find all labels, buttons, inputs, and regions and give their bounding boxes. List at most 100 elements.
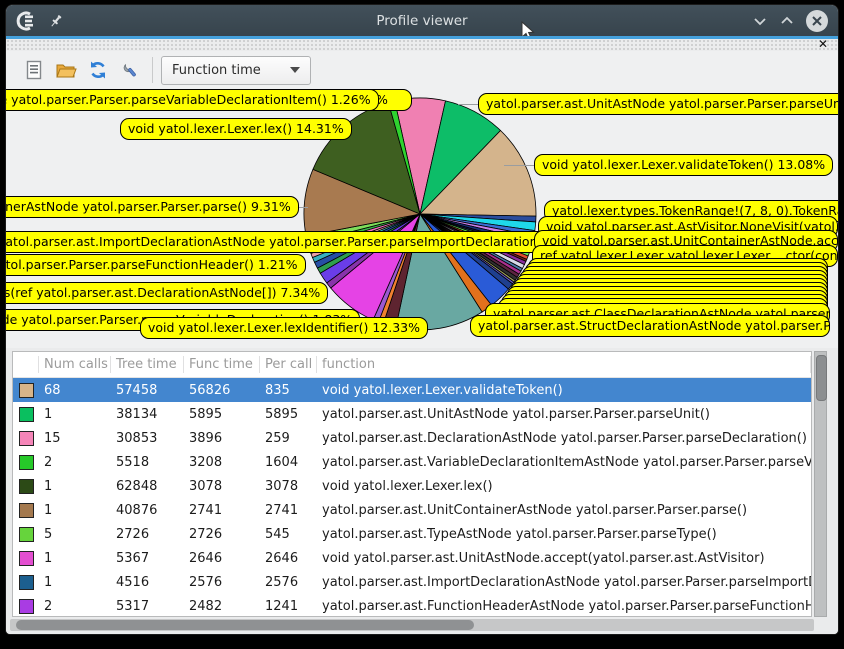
horizontal-scrollbar[interactable] [10, 619, 814, 631]
vertical-scrollbar[interactable] [814, 351, 827, 617]
column-header-Tree time[interactable]: Tree time [111, 356, 184, 373]
cell-tree_time: 38134 [111, 407, 184, 422]
column-header-swatch[interactable] [13, 356, 39, 373]
toolbar-separator [152, 57, 153, 83]
report-button[interactable] [20, 56, 48, 84]
row-color-cell [13, 407, 39, 422]
cell-per_call: 1604 [260, 455, 317, 470]
open-button[interactable] [52, 56, 80, 84]
pie-callout-label: ns(ref yatol.parser.ast.DeclarationAstNo… [6, 282, 328, 304]
cell-tree_time: 5367 [111, 551, 184, 566]
table-row[interactable]: 2531724821241yatol.parser.ast.FunctionHe… [13, 594, 811, 617]
profile-viewer-window: Profile viewer ✕ [6, 5, 838, 634]
label-leader-line [504, 165, 538, 166]
cell-func_time: 2646 [184, 551, 260, 566]
pie-chart-area: 7.03%node yatol.parser.Parser.parseVaria… [6, 88, 838, 348]
series-color-swatch [19, 407, 34, 422]
cell-tree_time: 30853 [111, 431, 184, 446]
series-color-swatch [19, 383, 34, 398]
pie-callout-label: void yatol.lexer.Lexer.lex() 14.31% [120, 118, 352, 140]
table-row[interactable]: 1451625762576yatol.parser.ast.ImportDecl… [13, 570, 811, 594]
window-title: Profile viewer [6, 13, 838, 29]
cell-num_calls: 2 [39, 455, 111, 470]
cell-tree_time: 5317 [111, 599, 184, 614]
cell-func_time: 2726 [184, 527, 260, 542]
titlebar-right [752, 5, 828, 36]
table-row[interactable]: 1536726462646void yatol.parser.ast.UnitA… [13, 546, 811, 570]
refresh-icon [88, 60, 108, 80]
cell-function: yatol.parser.ast.UnitAstNode yatol.parse… [317, 407, 811, 422]
pie-callout-label: yatol.parser.ast.UnitAstNode yatol.parse… [478, 93, 838, 115]
cell-function: void yatol.lexer.Lexer.validateToken() [317, 383, 811, 398]
cell-tree_time: 57458 [111, 383, 184, 398]
series-color-swatch [19, 527, 34, 542]
pie-callout-label: yatol.parser.ast.ImportDeclarationAstNod… [6, 231, 599, 253]
cell-function: yatol.parser.ast.VariableDeclarationItem… [317, 455, 811, 470]
profile-table: Num callsTree timeFunc timePer callfunct… [12, 351, 812, 617]
combobox-value: Function time [172, 63, 261, 78]
row-color-cell [13, 479, 39, 494]
cell-per_call: 5895 [260, 407, 317, 422]
chart-metric-combobox[interactable]: Function time [161, 56, 311, 85]
pie-callout-label: ainerAstNode yatol.parser.Parser.parse()… [6, 196, 299, 218]
minimize-icon[interactable] [752, 13, 768, 29]
series-color-swatch [19, 575, 34, 590]
cell-num_calls: 1 [39, 575, 111, 590]
cell-func_time: 2741 [184, 503, 260, 518]
table-body: 685745856826835void yatol.lexer.Lexer.va… [13, 378, 811, 617]
column-header-Num calls[interactable]: Num calls [39, 356, 111, 373]
cell-func_time: 56826 [184, 383, 260, 398]
table-row[interactable]: 2551832081604yatol.parser.ast.VariableDe… [13, 450, 811, 474]
maximize-icon[interactable] [779, 13, 795, 29]
cell-num_calls: 2 [39, 599, 111, 614]
column-header-Func time[interactable]: Func time [184, 356, 260, 373]
series-color-swatch [19, 503, 34, 518]
cell-num_calls: 68 [39, 383, 111, 398]
column-header-function[interactable]: function [317, 356, 811, 373]
cell-func_time: 5895 [184, 407, 260, 422]
desktop-background: Profile viewer ✕ [0, 0, 844, 649]
table-row[interactable]: 685745856826835void yatol.lexer.Lexer.va… [13, 378, 811, 402]
profile-table-panel: Num callsTree timeFunc timePer callfunct… [6, 348, 838, 634]
close-button[interactable] [806, 10, 828, 32]
table-row[interactable]: 15308533896259yatol.parser.ast.Declarati… [13, 426, 811, 450]
cell-function: void yatol.parser.ast.UnitAstNode.accept… [317, 551, 811, 566]
cell-tree_time: 40876 [111, 503, 184, 518]
row-color-cell [13, 455, 39, 470]
cell-func_time: 3208 [184, 455, 260, 470]
cell-num_calls: 1 [39, 407, 111, 422]
table-row[interactable]: 527262726545yatol.parser.ast.TypeAstNode… [13, 522, 811, 546]
dock-close-icon[interactable]: ✕ [818, 37, 828, 51]
row-color-cell [13, 575, 39, 590]
series-color-swatch [19, 431, 34, 446]
table-row[interactable]: 13813458955895yatol.parser.ast.UnitAstNo… [13, 402, 811, 426]
row-color-cell [13, 503, 39, 518]
cell-per_call: 2646 [260, 551, 317, 566]
cell-num_calls: 1 [39, 479, 111, 494]
wrench-icon [120, 60, 140, 80]
column-header-Per call[interactable]: Per call [260, 356, 317, 373]
refresh-button[interactable] [84, 56, 112, 84]
table-row[interactable]: 14087627412741yatol.parser.ast.UnitConta… [13, 498, 811, 522]
cell-per_call: 1241 [260, 599, 317, 614]
row-color-cell [13, 551, 39, 566]
titlebar[interactable]: Profile viewer [6, 5, 838, 36]
row-color-cell [13, 599, 39, 614]
series-color-swatch [19, 479, 34, 494]
series-color-swatch [19, 455, 34, 470]
row-color-cell [13, 431, 39, 446]
settings-button[interactable] [116, 56, 144, 84]
horizontal-scrollbar-thumb[interactable] [16, 620, 474, 630]
cell-num_calls: 1 [39, 551, 111, 566]
table-row[interactable]: 16284830783078void yatol.lexer.Lexer.lex… [13, 474, 811, 498]
vertical-scrollbar-thumb[interactable] [816, 355, 827, 401]
toolbar: Function time [6, 51, 838, 89]
table-header[interactable]: Num callsTree timeFunc timePer callfunct… [13, 352, 811, 378]
cell-function: yatol.parser.ast.DeclarationAstNode yato… [317, 431, 811, 446]
cell-tree_time: 5518 [111, 455, 184, 470]
cell-per_call: 2741 [260, 503, 317, 518]
cell-tree_time: 2726 [111, 527, 184, 542]
pie-callout-label: void yatol.lexer.Lexer.validateToken() 1… [534, 154, 833, 176]
cell-per_call: 259 [260, 431, 317, 446]
dock-grip-bar[interactable]: ✕ [6, 39, 838, 51]
